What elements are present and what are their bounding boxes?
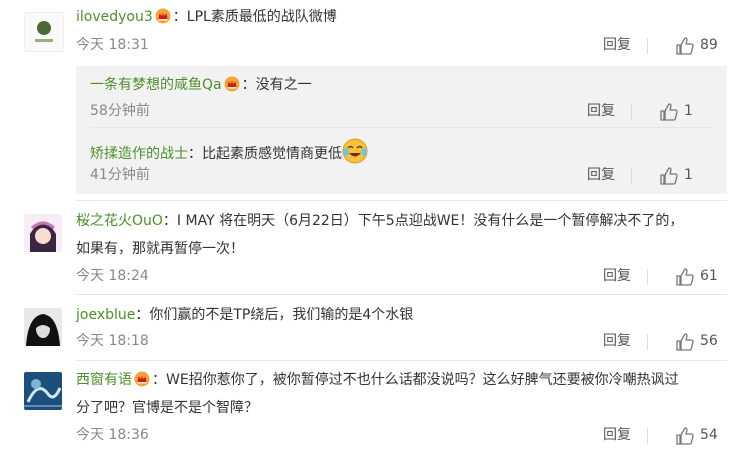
like-count: 1	[684, 103, 693, 119]
reply-button[interactable]: 回复	[603, 35, 631, 55]
thumbs-up-icon	[659, 102, 679, 122]
like-count: 1	[684, 167, 693, 183]
reply-username[interactable]: 一条有梦想的咸鱼Qa	[90, 77, 222, 93]
divider	[631, 104, 632, 120]
reply-username[interactable]: 矫揉造作的战士	[90, 146, 188, 162]
divider	[76, 200, 727, 201]
comment-text: 如果有，那就再暂停一次！	[76, 241, 244, 257]
divider	[647, 334, 648, 350]
divider	[647, 38, 648, 54]
comment-time: 今天 18:36	[76, 427, 149, 443]
reply-meta: 58分钟前 回复 1	[90, 101, 711, 121]
reply-text-line: 一条有梦想的咸鱼Qa ：没有之一	[90, 74, 711, 99]
vip-crown-icon	[155, 8, 171, 31]
avatar[interactable]	[24, 214, 62, 252]
like-count: 56	[700, 333, 718, 349]
comment-time: 今天 18:18	[76, 333, 149, 349]
comment-meta: 今天 18:18 回复 56	[76, 331, 727, 351]
comment-time: 今天 18:24	[76, 268, 149, 284]
vip-crown-icon	[224, 76, 240, 99]
vip-crown-icon	[134, 371, 150, 394]
comment-username[interactable]: 桜之花火OuO	[76, 213, 163, 229]
reply-text: ：比起素质感觉情商更低	[188, 146, 342, 162]
avatar[interactable]	[24, 372, 62, 410]
thumbs-up-icon	[659, 166, 679, 186]
thumbs-up-icon	[675, 36, 695, 56]
avatar[interactable]	[24, 308, 62, 346]
comment-text: 分了吧？官博是不是个智障？	[76, 400, 258, 416]
comment-text: ：你们赢的不是TP绕后，我们输的是4个水银	[135, 307, 414, 323]
comment-text-line: 如果有，那就再暂停一次！	[76, 238, 727, 260]
comment-meta: 今天 18:31 回复 89	[76, 35, 727, 55]
comment-text-line: 西窗有语 ：WE招你惹你了，被你暂停过不也什么话都没说吗？这么好脾气还要被你冷嘲热…	[76, 369, 727, 394]
reply-button[interactable]: 回复	[603, 425, 631, 445]
comment-text: ：LPL素质最低的战队微博	[172, 9, 337, 25]
reply-text: ：没有之一	[241, 77, 312, 93]
comment-username[interactable]: 西窗有语	[76, 372, 132, 388]
comment-text-line: joexblue：你们赢的不是TP绕后，我们输的是4个水银	[76, 304, 727, 326]
reply-button[interactable]: 回复	[587, 101, 615, 121]
like-count: 89	[700, 37, 718, 53]
reply-button[interactable]: 回复	[603, 266, 631, 286]
comment-username[interactable]: joexblue	[76, 307, 135, 323]
thumbs-up-icon	[675, 267, 695, 287]
divider	[76, 360, 727, 361]
like-count: 54	[700, 427, 718, 443]
reply-time: 41分钟前	[90, 167, 150, 183]
comment-meta: 今天 18:24 回复 61	[76, 266, 727, 286]
reply-button[interactable]: 回复	[587, 165, 615, 185]
divider	[76, 294, 727, 295]
avatar[interactable]	[24, 12, 64, 52]
thumbs-up-icon	[675, 426, 695, 446]
like-count: 61	[700, 268, 718, 284]
comment-meta: 今天 18:36 回复 54	[76, 425, 727, 445]
divider	[647, 269, 648, 285]
comment-username[interactable]: ilovedyou3	[76, 9, 153, 25]
divider	[90, 127, 711, 128]
thumbs-up-icon	[675, 332, 695, 352]
reply-meta: 41分钟前 回复 1	[90, 165, 711, 185]
reply-time: 58分钟前	[90, 103, 150, 119]
comment-time: 今天 18:31	[76, 37, 149, 53]
comment-text-line: 桜之花火OuO：I MAY 将在明天（6月22日）下午5点迎战WE！没有什么是一…	[76, 210, 727, 232]
reply-button[interactable]: 回复	[603, 331, 631, 351]
divider	[631, 168, 632, 184]
divider	[647, 428, 648, 444]
comment-text: ：I MAY 将在明天（6月22日）下午5点迎战WE！没有什么是一个暂停解决不了…	[162, 213, 684, 229]
comment-text-line: 分了吧？官博是不是个智障？	[76, 397, 727, 419]
comment-text-line: ilovedyou3 ：LPL素质最低的战队微博	[76, 6, 727, 31]
comment-text: ：WE招你惹你了，被你暂停过不也什么话都没说吗？这么好脾气还要被你冷嘲热讽过	[152, 372, 679, 388]
replies-box: 一条有梦想的咸鱼Qa ：没有之一 58分钟前 回复 1 矫揉造作的战士：比起素质感…	[76, 66, 727, 194]
